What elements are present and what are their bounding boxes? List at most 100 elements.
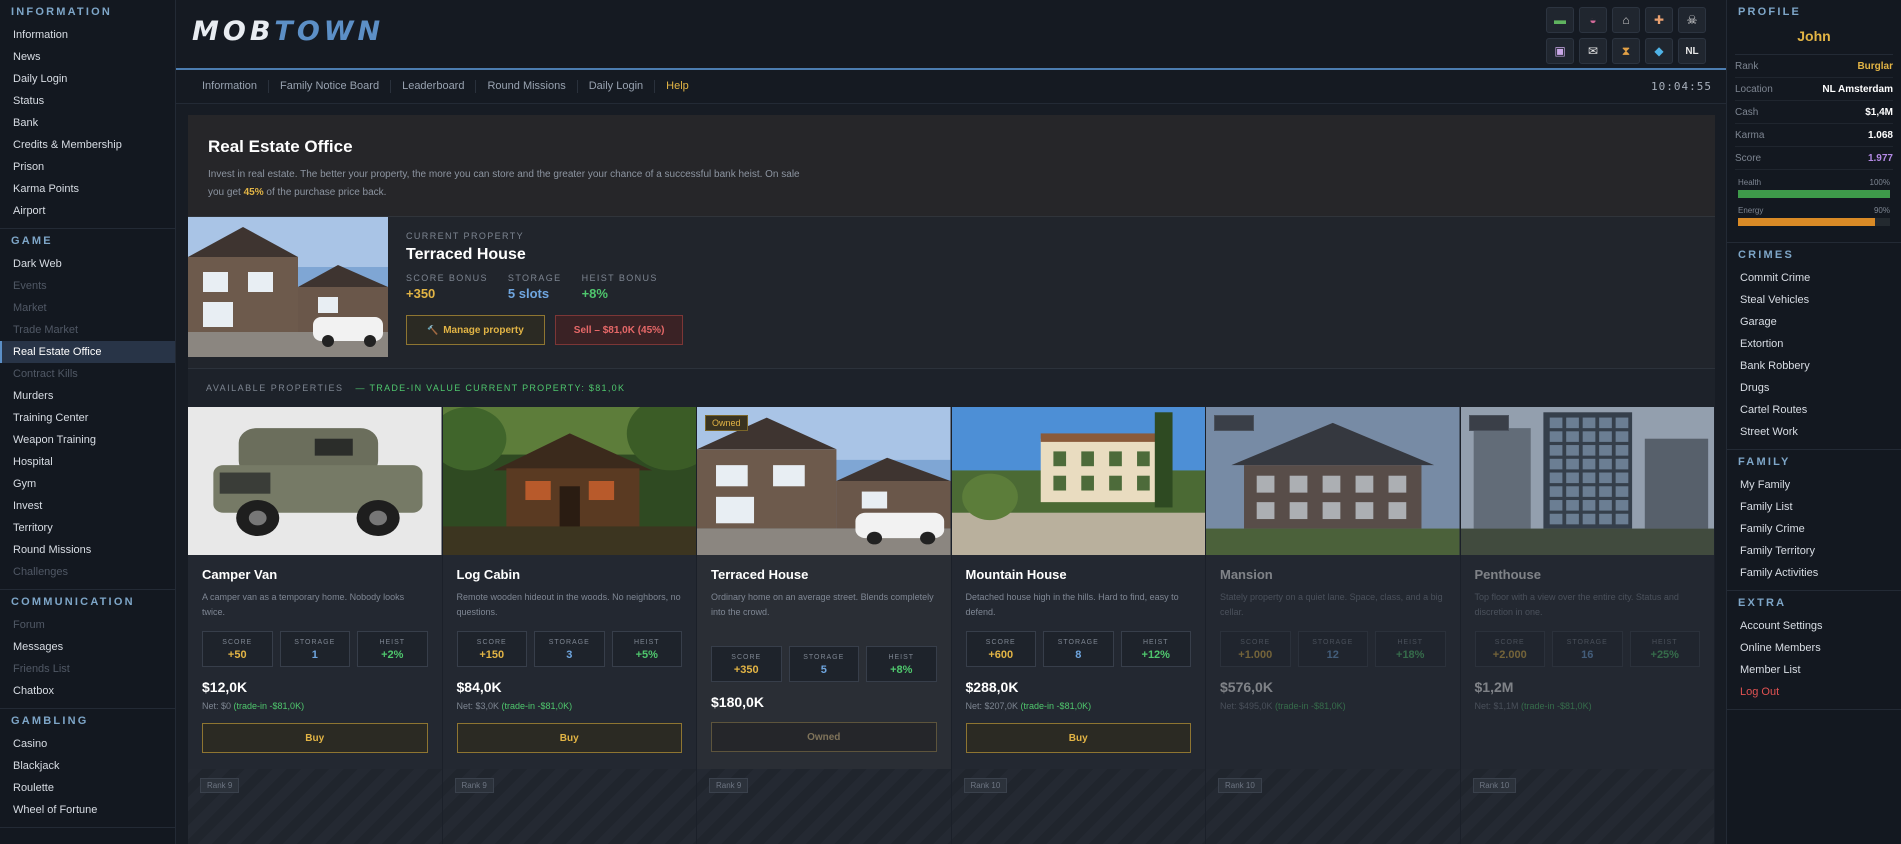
sidebar-item-hospital[interactable]: Hospital (0, 451, 175, 473)
property-photo-mountain-house (951, 407, 1205, 555)
sidebar-section-information: INFORMATION Information News Daily Login Sta… (0, 0, 175, 229)
language-nl-quick-button[interactable]: NL (1678, 38, 1706, 64)
property-card-body: Mountain House Detached house high in the… (952, 555, 1206, 765)
right-item-commit-crime[interactable]: Commit Crime (1727, 267, 1901, 289)
net-amount: Net: $1,1M (1474, 701, 1519, 711)
buy-button[interactable]: Buy (456, 723, 682, 753)
health-bar: Health 100% (1738, 178, 1890, 198)
profile-heading: PROFILE (1738, 6, 1802, 18)
app-root: INFORMATION Information News Daily Login Sta… (0, 0, 1901, 844)
property-stat-score: SCORE +2.000 (1474, 631, 1545, 667)
right-item-bank-robbery[interactable]: Bank Robbery (1727, 355, 1901, 377)
buy-button[interactable]: Buy (202, 723, 428, 753)
net-amount: Net: $495,0K (1220, 701, 1273, 711)
stat-value: 16 (1581, 649, 1594, 661)
bank-quick-button[interactable]: ⌂ (1612, 7, 1640, 33)
right-item-member-list[interactable]: Member List (1727, 659, 1901, 681)
sidebar-item-information[interactable]: Information (0, 24, 175, 46)
sidebar-item-blackjack[interactable]: Blackjack (0, 755, 175, 777)
right-item-street-work[interactable]: Street Work (1727, 421, 1901, 443)
nav-daily-login[interactable]: Daily Login (578, 80, 656, 93)
right-item-family-list[interactable]: Family List (1727, 496, 1901, 518)
energy-fill (1738, 218, 1875, 226)
bus-quick-button[interactable]: ▣ (1546, 38, 1574, 64)
sidebar-item-wheel-of-fortune[interactable]: Wheel of Fortune (0, 799, 175, 821)
right-section-crimes: CRIMES Commit Crime Steal Vehicles Garage Ex… (1727, 243, 1901, 450)
sidebar-item-dark-web[interactable]: Dark Web (0, 253, 175, 275)
property-card-log-cabin[interactable]: Log Cabin Remote wooden hideout in the wo… (442, 407, 697, 769)
sidebar-item-status[interactable]: Status (0, 90, 175, 112)
sidebar-item-messages[interactable]: Messages (0, 636, 175, 658)
right-item-log-out[interactable]: Log Out (1727, 681, 1901, 703)
cash-quick-button[interactable]: ▬ (1546, 7, 1574, 33)
manage-property-button[interactable]: 🔨 Manage property (406, 315, 545, 345)
right-item-account-settings[interactable]: Account Settings (1727, 615, 1901, 637)
profile-value: 1.977 (1867, 152, 1893, 164)
nav-round-missions[interactable]: Round Missions (476, 80, 578, 93)
nav-leaderboard[interactable]: Leaderboard (391, 80, 477, 93)
sidebar-item-round-missions[interactable]: Round Missions (0, 539, 175, 561)
right-item-family-crime[interactable]: Family Crime (1727, 518, 1901, 540)
sidebar-item-real-estate-office[interactable]: Real Estate Office (0, 341, 175, 363)
sell-property-button[interactable]: Sell – $81,0K (45%) (554, 315, 684, 345)
nav-help[interactable]: Help (655, 80, 700, 93)
sidebar-item-gym[interactable]: Gym (0, 473, 175, 495)
bus-icon: ▣ (1554, 44, 1566, 58)
sidebar-item-weapon-training[interactable]: Weapon Training (0, 429, 175, 451)
profile-name[interactable]: John (1735, 24, 1893, 55)
sidebar-item-murders[interactable]: Murders (0, 385, 175, 407)
sidebar-item-chatbox[interactable]: Chatbox (0, 680, 175, 702)
skull-quick-button[interactable]: ☠ (1678, 7, 1706, 33)
right-item-my-family[interactable]: My Family (1727, 474, 1901, 496)
profile-row-karma: Karma 1.068 (1735, 124, 1893, 147)
current-property: CURRENT PROPERTY Terraced House SCORE BO… (188, 217, 1715, 369)
right-item-cartel-routes[interactable]: Cartel Routes (1727, 399, 1901, 421)
nav-information[interactable]: Information (191, 80, 270, 93)
sidebar-item-casino[interactable]: Casino (0, 733, 175, 755)
sidebar-heading-gambling: GAMBLING (11, 715, 89, 727)
right-heading-crimes: CRIMES (1738, 249, 1794, 261)
buy-button[interactable]: Buy (965, 723, 1191, 753)
sidebar-item-bank[interactable]: Bank (0, 112, 175, 134)
gem-quick-button[interactable]: ◆ (1645, 38, 1673, 64)
available-properties-label: AVAILABLE PROPERTIES (206, 383, 344, 393)
property-name: Penthouse (1474, 567, 1541, 582)
right-item-drugs[interactable]: Drugs (1727, 377, 1901, 399)
sidebar-item-news[interactable]: News (0, 46, 175, 68)
right-item-steal-vehicles[interactable]: Steal Vehicles (1727, 289, 1901, 311)
sidebar-item-invest[interactable]: Invest (0, 495, 175, 517)
sidebar-item-prison[interactable]: Prison (0, 156, 175, 178)
property-card-mountain-house[interactable]: Mountain House Detached house high in the… (951, 407, 1206, 769)
right-item-online-members[interactable]: Online Members (1727, 637, 1901, 659)
property-stat-score: SCORE +350 (711, 646, 782, 682)
right-item-extortion[interactable]: Extortion (1727, 333, 1901, 355)
language-nl-icon: NL (1685, 45, 1699, 57)
sidebar-item-roulette[interactable]: Roulette (0, 777, 175, 799)
stat-value: +600 (988, 649, 1014, 661)
property-stats: SCORE +150 STORAGE 3 HEIST +5% (456, 631, 682, 667)
bandage-quick-button[interactable]: ✚ (1645, 7, 1673, 33)
right-item-family-activities[interactable]: Family Activities (1727, 562, 1901, 584)
property-card-camper-van[interactable]: Camper Van A camper van as a temporary ho… (188, 407, 443, 769)
property-card-penthouse[interactable]: Penthouse Top floor with a view over the … (1460, 407, 1715, 769)
envelope-quick-button[interactable]: ✉ (1579, 38, 1607, 64)
sidebar-item-daily-login[interactable]: Daily Login (0, 68, 175, 90)
sidebar-item-forum: Forum (13, 619, 45, 631)
sidebar-item-karma-points[interactable]: Karma Points (0, 178, 175, 200)
site-logo[interactable]: MOBTOWN (192, 16, 384, 47)
right-item-garage[interactable]: Garage (1727, 311, 1901, 333)
trade-in-deduction: (trade-in -$81,0K) (1018, 701, 1092, 711)
nav-family-notice-board[interactable]: Family Notice Board (269, 80, 392, 93)
hourglass-quick-button[interactable]: ⧗ (1612, 38, 1640, 64)
score-bonus-stat: SCORE BONUS +350 (406, 273, 488, 301)
stat-label: SCORE (1240, 639, 1271, 646)
sidebar-item-credits-membership[interactable]: Credits & Membership (0, 134, 175, 156)
property-card-mansion[interactable]: Mansion Stately property on a quiet lane.… (1206, 407, 1461, 769)
sidebar-item-airport[interactable]: Airport (0, 200, 175, 222)
car-icon: ◒ (1589, 13, 1597, 27)
property-card-terraced-house[interactable]: Owned Terraced House Ordinary home on an a… (697, 407, 952, 769)
right-item-family-territory[interactable]: Family Territory (1727, 540, 1901, 562)
car-quick-button[interactable]: ◒ (1579, 7, 1607, 33)
sidebar-item-territory[interactable]: Territory (0, 517, 175, 539)
sidebar-item-training-center[interactable]: Training Center (0, 407, 175, 429)
